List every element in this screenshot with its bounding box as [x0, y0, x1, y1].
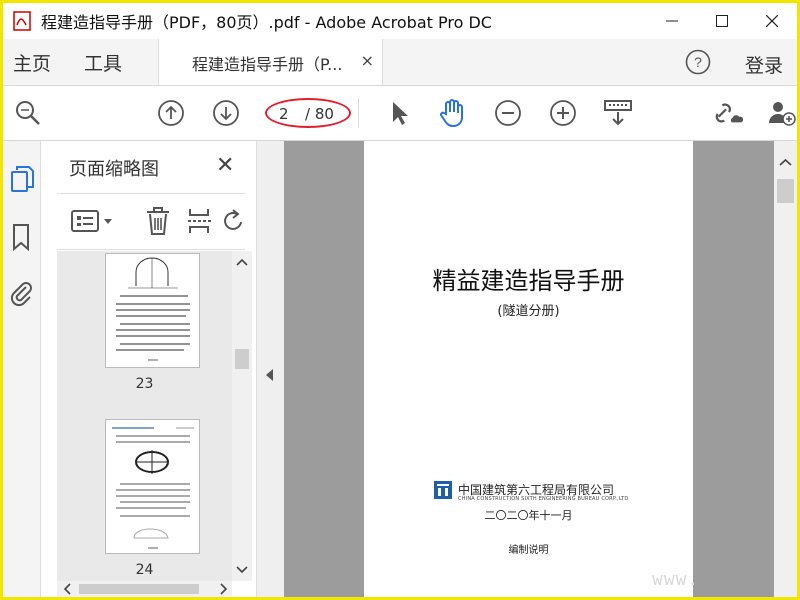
tab-close-icon[interactable]: × [361, 51, 374, 70]
menu-bar: 主页 工具 程建造指导手册（P... × ? 登录 [3, 39, 797, 86]
company-name-english: CHINA CONSTRUCTION SIXTH ENGINEERING BUR… [458, 496, 629, 502]
company-logo [434, 481, 452, 499]
panel-title: 页面缩略图 [69, 159, 159, 180]
vertical-scroll-thumb[interactable] [235, 349, 249, 369]
insert-page-icon[interactable] [185, 207, 215, 235]
collapse-panel-icon[interactable] [266, 369, 273, 381]
thumbnail-vertical-scrollbar[interactable] [232, 251, 252, 581]
help-icon[interactable]: ? [685, 49, 711, 75]
zoom-out-icon[interactable] [493, 98, 523, 128]
panel-splitter[interactable] [256, 141, 285, 597]
previous-page-icon[interactable] [156, 98, 186, 128]
document-page: 精益建造指导手册 (隧道分册) 中国建筑第六工程局有限公司 CHINA CONS… [364, 141, 693, 597]
share-link-icon[interactable] [713, 98, 743, 128]
close-window-button[interactable] [747, 3, 797, 39]
document-vertical-scrollbar[interactable] [774, 141, 797, 597]
acrobat-app-icon [11, 10, 33, 32]
page-thumbnail[interactable] [105, 419, 200, 554]
document-title: 精益建造指导手册 [432, 267, 625, 295]
zoom-in-icon[interactable] [548, 98, 578, 128]
home-menu-item[interactable]: 主页 [13, 39, 51, 85]
watermark-text: www. [652, 569, 700, 590]
panel-toolbar [57, 193, 245, 250]
maximize-button[interactable] [697, 3, 747, 39]
search-icon[interactable] [13, 98, 43, 128]
add-user-icon[interactable] [767, 98, 797, 128]
page-thumbnails-icon[interactable] [10, 165, 34, 192]
document-tab[interactable]: 程建造指导手册（P... × [158, 39, 383, 85]
document-note: 编制说明 [508, 545, 549, 556]
thumbnail-list[interactable]: 23 24 [57, 251, 232, 581]
document-date: 二〇二〇年十一月 [484, 509, 573, 522]
window-title: 程建造指导手册（PDF，80页）.pdf - Adobe Acrobat Pro… [41, 13, 492, 32]
toolbar-separator [358, 98, 359, 128]
document-viewer[interactable]: 精益建造指导手册 (隧道分册) 中国建筑第六工程局有限公司 CHINA CONS… [284, 141, 774, 597]
document-tab-label: 程建造指导手册（P... [192, 55, 343, 74]
page-display-icon[interactable] [603, 98, 633, 128]
svg-text:?: ? [694, 54, 702, 70]
tools-menu-item[interactable]: 工具 [84, 39, 122, 85]
next-page-icon[interactable] [211, 98, 241, 128]
bookmark-icon[interactable] [10, 223, 34, 252]
login-button[interactable]: 登录 [745, 51, 783, 78]
thumbnail-horizontal-scrollbar[interactable] [57, 581, 232, 597]
title-bar: 程建造指导手册（PDF，80页）.pdf - Adobe Acrobat Pro… [3, 3, 797, 39]
left-navigation-rail [3, 141, 41, 597]
select-cursor-icon[interactable] [384, 98, 414, 128]
thumbnail-options-icon[interactable] [71, 207, 115, 235]
attachment-icon[interactable] [10, 279, 34, 307]
rotate-page-icon[interactable] [219, 207, 245, 235]
document-subtitle: (隧道分册) [497, 304, 560, 319]
delete-page-icon[interactable] [143, 207, 173, 235]
toolbar: 2 / 80 [3, 86, 797, 141]
panel-close-icon[interactable]: ✕ [216, 153, 234, 178]
minimize-button[interactable] [647, 3, 697, 39]
page-thumbnail[interactable] [105, 253, 200, 368]
thumbnail-page-label: 24 [135, 562, 154, 578]
thumbnail-panel: 页面缩略图 ✕ 23 24 [41, 141, 256, 597]
thumbnail-page-label: 23 [135, 376, 154, 392]
document-scroll-thumb[interactable] [777, 179, 794, 203]
horizontal-scroll-thumb[interactable] [79, 584, 199, 594]
hand-tool-icon[interactable] [437, 98, 467, 128]
highlight-annotation-oval [265, 98, 351, 128]
